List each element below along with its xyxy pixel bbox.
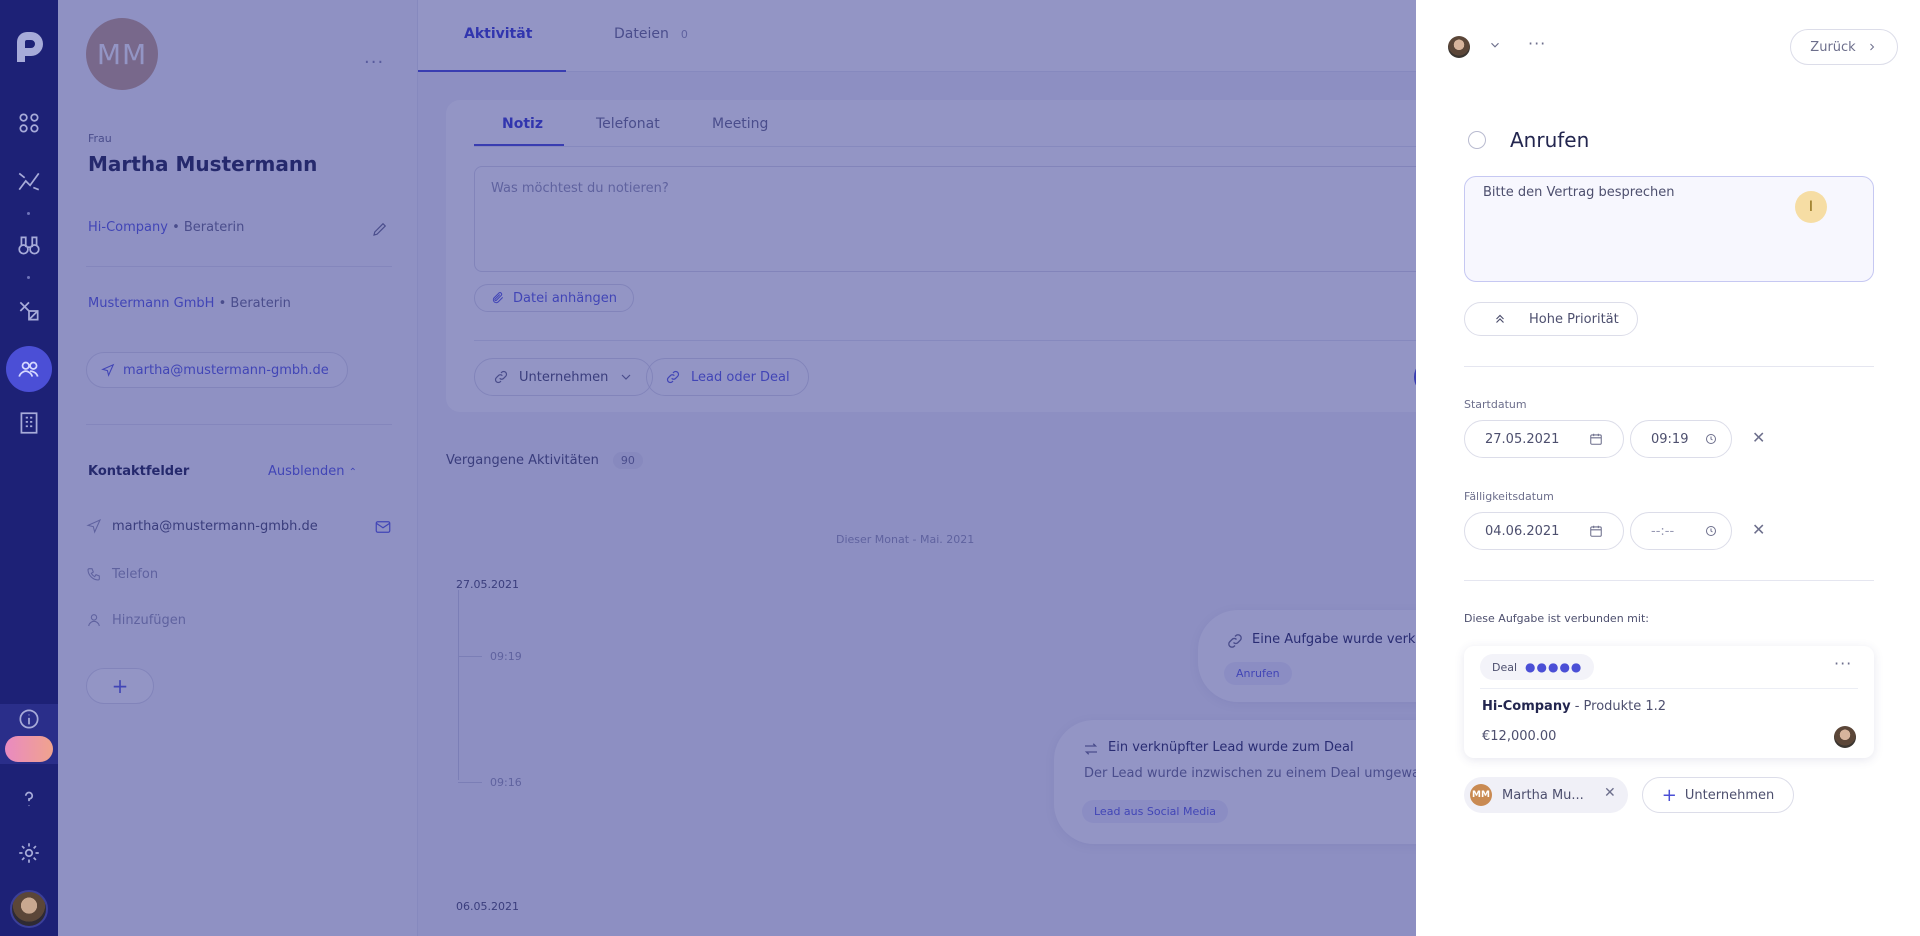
task-title[interactable]: Anrufen	[1510, 128, 1589, 152]
user-avatar[interactable]	[10, 890, 48, 928]
task-description-input[interactable]: Bitte den Vertrag besprechen I	[1464, 176, 1874, 282]
deal-more-button[interactable]: ···	[1834, 654, 1852, 673]
linked-person-chip[interactable]: MM Martha Mu... ✕	[1464, 777, 1628, 813]
task-complete-radio[interactable]	[1468, 131, 1486, 149]
nav-separator-dot	[27, 212, 30, 215]
pipeline-icon[interactable]	[14, 166, 44, 196]
binoculars-icon[interactable]	[14, 230, 44, 260]
settings-gear-icon[interactable]	[14, 838, 44, 868]
start-time-input[interactable]: 09:19	[1630, 420, 1732, 458]
clock-icon	[1706, 434, 1716, 444]
add-company-button[interactable]: + Unternehmen	[1642, 777, 1794, 813]
deal-chip: Deal ●●●●●	[1480, 654, 1595, 680]
text-cursor-icon: I	[1795, 191, 1827, 223]
divider	[1464, 580, 1874, 581]
deal-product: - Produkte 1.2	[1570, 699, 1667, 714]
clear-start-button[interactable]: ✕	[1752, 428, 1765, 447]
help-icon[interactable]	[14, 784, 44, 814]
start-date-value: 27.05.2021	[1485, 431, 1560, 447]
companies-icon[interactable]	[14, 408, 44, 438]
person-chip-name: Martha Mu...	[1502, 787, 1584, 803]
info-icon[interactable]	[14, 704, 44, 734]
due-time-value: --:--	[1651, 523, 1675, 539]
start-date-label: Startdatum	[1464, 398, 1527, 411]
due-time-input[interactable]: --:--	[1630, 512, 1732, 550]
remove-person-icon[interactable]: ✕	[1604, 785, 1616, 801]
calendar-icon	[1590, 525, 1602, 537]
person-initials-avatar: MM	[1470, 784, 1492, 806]
deal-chip-label: Deal	[1492, 660, 1518, 674]
add-company-label: Unternehmen	[1684, 787, 1775, 803]
clear-due-button[interactable]: ✕	[1752, 520, 1765, 539]
divider	[1480, 688, 1858, 689]
task-panel: ··· Zurück Anrufen Bitte den Vertrag bes…	[1416, 0, 1920, 936]
dashboard-icon[interactable]	[14, 108, 44, 138]
start-time-value: 09:19	[1651, 431, 1689, 447]
back-button[interactable]: Zurück	[1790, 29, 1898, 65]
contacts-icon[interactable]	[14, 354, 44, 384]
back-label: Zurück	[1810, 39, 1856, 55]
connected-label: Diese Aufgabe ist verbunden mit:	[1464, 612, 1649, 625]
deal-name: Hi-Company - Produkte 1.2	[1482, 699, 1666, 714]
divider	[1464, 366, 1874, 367]
deal-amount: €12,000.00	[1482, 729, 1557, 744]
chevron-down-icon[interactable]	[1488, 38, 1502, 52]
due-date-input[interactable]: 04.06.2021	[1464, 512, 1624, 550]
deal-company: Hi-Company	[1482, 699, 1571, 714]
modal-backdrop[interactable]	[58, 0, 1416, 936]
icon-rail	[0, 0, 58, 936]
nav-separator-dot	[27, 276, 30, 279]
linked-deal-card[interactable]: Deal ●●●●● ··· Hi-Company - Produkte 1.2…	[1464, 646, 1874, 758]
deal-owner-avatar	[1834, 726, 1856, 748]
start-date-input[interactable]: 27.05.2021	[1464, 420, 1624, 458]
theme-toggle[interactable]	[5, 736, 53, 762]
task-description-text: Bitte den Vertrag besprechen	[1483, 185, 1675, 200]
due-date-label: Fälligkeitsdatum	[1464, 490, 1554, 503]
priority-button[interactable]: Hohe Priorität	[1464, 302, 1638, 336]
plus-icon: +	[1661, 784, 1677, 806]
priority-label: Hohe Priorität	[1529, 311, 1619, 327]
deal-stage-dots-icon: ●●●●●	[1525, 660, 1583, 674]
clock-icon	[1706, 526, 1716, 536]
double-chevron-up-icon	[1496, 314, 1504, 323]
assignee-avatar[interactable]	[1448, 36, 1470, 58]
chevron-right-icon	[1869, 43, 1874, 51]
panel-more-button[interactable]: ···	[1528, 34, 1546, 53]
due-date-value: 04.06.2021	[1485, 523, 1560, 539]
calendar-icon	[1590, 433, 1602, 445]
leads-icon[interactable]	[14, 296, 44, 326]
app-logo-icon[interactable]	[9, 28, 49, 68]
